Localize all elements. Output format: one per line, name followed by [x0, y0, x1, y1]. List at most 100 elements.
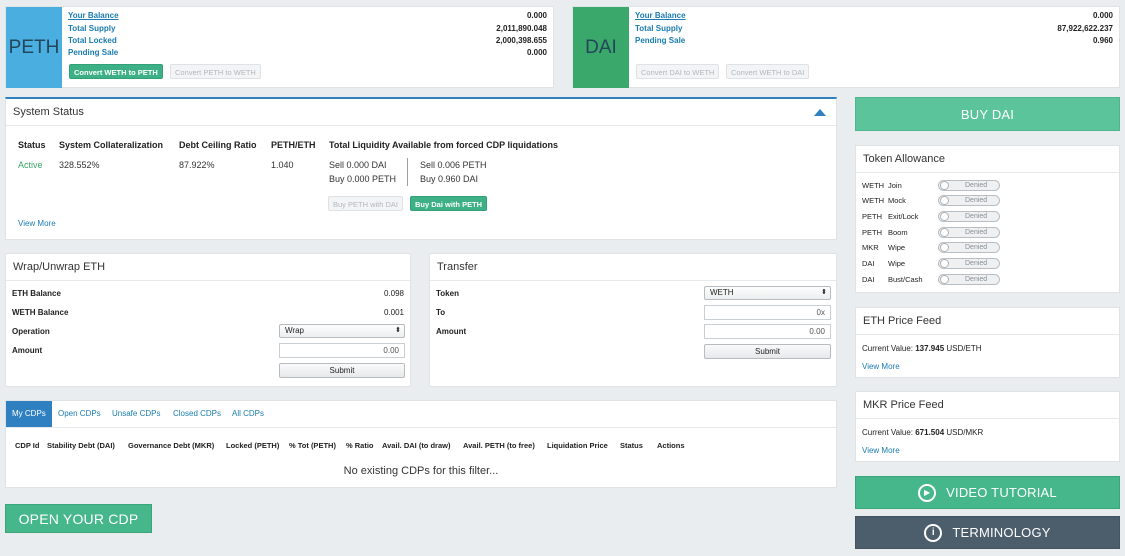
toggle-state: Denied — [965, 197, 988, 204]
transfer-submit-button[interactable]: Submit — [704, 344, 831, 359]
sell-dai-text: Sell 0.000 DAI — [329, 160, 387, 170]
allowance-row-mkr-wipe: MKR Wipe Denied — [862, 242, 1012, 257]
col-status: Status — [620, 441, 643, 450]
allowance-action: Join — [888, 181, 902, 190]
allowance-action: Wipe — [888, 259, 906, 268]
mkr-price-unit: USD/MKR — [946, 428, 984, 437]
peth-eth-value: 1.040 — [271, 160, 294, 170]
operation-selected-value: Wrap — [285, 326, 304, 335]
allowance-row-weth-join: WETH Join Denied — [862, 180, 1012, 195]
eth-feed-view-more-link[interactable]: View More — [862, 362, 900, 371]
allowance-token: MKR — [862, 243, 879, 252]
col-governance-debt: Governance Debt (MKR) — [128, 441, 215, 450]
toggle-state: Denied — [965, 260, 988, 267]
tab-open-cdps[interactable]: Open CDPs — [52, 401, 107, 427]
dai-your-balance-row: Your Balance 0.000 — [635, 11, 1113, 23]
allowance-row-peth-boom: PETH Boom Denied — [862, 227, 1012, 242]
transfer-panel: Transfer Token WETH ⬍ To 0x Amount 0.00 … — [429, 253, 837, 387]
toggle-state: Denied — [965, 244, 988, 251]
allowance-toggle-dai-bust[interactable]: Denied — [938, 274, 1000, 285]
allowance-row-weth-mock: WETH Mock Denied — [862, 195, 1012, 210]
toggle-state: Denied — [965, 213, 988, 220]
wrap-unwrap-panel: Wrap/Unwrap ETH ETH Balance 0.098 WETH B… — [5, 253, 411, 387]
info-icon: i — [924, 523, 943, 542]
to-address-input[interactable]: 0x — [704, 305, 831, 320]
video-tutorial-label: VIDEO TUTORIAL — [946, 485, 1057, 500]
sell-peth-text: Sell 0.006 PETH — [420, 160, 487, 170]
dai-pending-sale-row: Pending Sale 0.960 — [635, 36, 1113, 48]
mkr-price-feed-header: MKR Price Feed — [856, 392, 1119, 419]
collateralization-value: 328.552% — [59, 160, 100, 170]
convert-peth-to-weth-button[interactable]: Convert PETH to WETH — [170, 64, 261, 79]
token-selected-value: WETH — [710, 288, 734, 297]
tab-closed-cdps[interactable]: Closed CDPs — [167, 401, 227, 427]
allowance-toggle-peth-exit[interactable]: Denied — [938, 211, 1000, 222]
terminology-button[interactable]: i TERMINOLOGY — [855, 516, 1120, 549]
peth-total-locked-value: 2,000,398.655 — [495, 36, 547, 45]
mkr-feed-view-more-link[interactable]: View More — [862, 446, 900, 455]
allowance-toggle-weth-mock[interactable]: Denied — [938, 195, 1000, 206]
open-your-cdp-button[interactable]: OPEN YOUR CDP — [5, 504, 152, 533]
video-tutorial-button[interactable]: ▶ VIDEO TUTORIAL — [855, 476, 1120, 509]
toggle-knob — [940, 259, 949, 268]
buy-dai-button[interactable]: BUY DAI — [855, 97, 1120, 131]
eth-balance-label: ETH Balance — [12, 289, 61, 298]
collapse-caret-icon[interactable] — [814, 109, 826, 116]
liquidity-divider — [407, 158, 408, 186]
allowance-action: Exit/Lock — [888, 212, 919, 221]
weth-balance-label: WETH Balance — [12, 308, 69, 317]
peth-pending-sale-label: Pending Sale — [68, 48, 119, 57]
collateralization-header: System Collateralization — [59, 140, 164, 150]
allowance-action: Mock — [888, 196, 906, 205]
eth-balance-value: 0.098 — [383, 289, 404, 298]
token-select[interactable]: WETH ⬍ — [704, 286, 831, 300]
toggle-state: Denied — [965, 182, 988, 189]
select-arrows-icon: ⬍ — [821, 289, 827, 296]
peth-balance-card: PETH Your Balance 0.000 Total Supply 2,0… — [5, 6, 554, 88]
mkr-price-value: 671.504 — [915, 428, 945, 437]
peth-total-supply-label: Total Supply — [68, 24, 116, 33]
col-pct-ratio: % Ratio — [346, 441, 374, 450]
col-actions: Actions — [657, 441, 685, 450]
tab-all-cdps[interactable]: All CDPs — [226, 401, 270, 427]
wrap-submit-button[interactable]: Submit — [279, 363, 405, 378]
system-status-view-more-link[interactable]: View More — [18, 219, 56, 228]
peth-total-locked-label: Total Locked — [68, 36, 117, 45]
allowance-toggle-peth-boom[interactable]: Denied — [938, 227, 1000, 238]
dai-your-balance-value: 0.000 — [1092, 11, 1113, 20]
peth-tile: PETH — [6, 7, 62, 88]
select-arrows-icon: ⬍ — [395, 327, 401, 334]
weth-balance-value: 0.001 — [383, 308, 404, 317]
buy-dai-text: Buy 0.960 DAI — [420, 174, 479, 184]
convert-weth-to-dai-button[interactable]: Convert WETH to DAI — [726, 64, 810, 79]
dai-total-supply-row: Total Supply 87,922,622.237 — [635, 24, 1113, 36]
toggle-state: Denied — [965, 229, 988, 236]
transfer-amount-input[interactable]: 0.00 — [704, 324, 831, 339]
eth-price-value: 137.945 — [915, 344, 945, 353]
cdp-tabs-divider — [6, 427, 836, 428]
toggle-knob — [940, 196, 949, 205]
operation-select[interactable]: Wrap ⬍ — [279, 324, 405, 338]
eth-price-feed-panel: ETH Price Feed Current Value: 137.945 US… — [855, 307, 1120, 378]
allowance-row-peth-exit: PETH Exit/Lock Denied — [862, 211, 1012, 226]
allowance-toggle-mkr-wipe[interactable]: Denied — [938, 242, 1000, 253]
dai-total-supply-value: 87,922,622.237 — [1057, 24, 1113, 33]
status-value: Active — [18, 160, 43, 170]
wrap-amount-input[interactable]: 0.00 — [279, 343, 405, 358]
allowance-token: PETH — [862, 228, 883, 237]
allowance-token: WETH — [862, 196, 885, 205]
tab-unsafe-cdps[interactable]: Unsafe CDPs — [106, 401, 166, 427]
allowance-row-dai-wipe: DAI Wipe Denied — [862, 258, 1012, 273]
buy-peth-with-dai-button[interactable]: Buy PETH with DAI — [328, 196, 404, 211]
tab-my-cdps[interactable]: My CDPs — [6, 401, 52, 427]
convert-weth-to-peth-button[interactable]: Convert WETH to PETH — [69, 64, 163, 79]
peth-your-balance-link[interactable]: Your Balance — [68, 11, 119, 20]
convert-dai-to-weth-button[interactable]: Convert DAI to WETH — [636, 64, 720, 79]
dai-your-balance-link[interactable]: Your Balance — [635, 11, 686, 20]
allowance-toggle-weth-join[interactable]: Denied — [938, 180, 1000, 191]
dai-balance-card: DAI Your Balance 0.000 Total Supply 87,9… — [572, 6, 1120, 88]
cdp-list-panel: My CDPs Open CDPs Unsafe CDPs Closed CDP… — [5, 400, 837, 488]
allowance-toggle-dai-wipe[interactable]: Denied — [938, 258, 1000, 269]
allowance-row-dai-bust: DAI Bust/Cash Denied — [862, 274, 1012, 289]
buy-dai-with-peth-button[interactable]: Buy Dai with PETH — [410, 196, 488, 211]
